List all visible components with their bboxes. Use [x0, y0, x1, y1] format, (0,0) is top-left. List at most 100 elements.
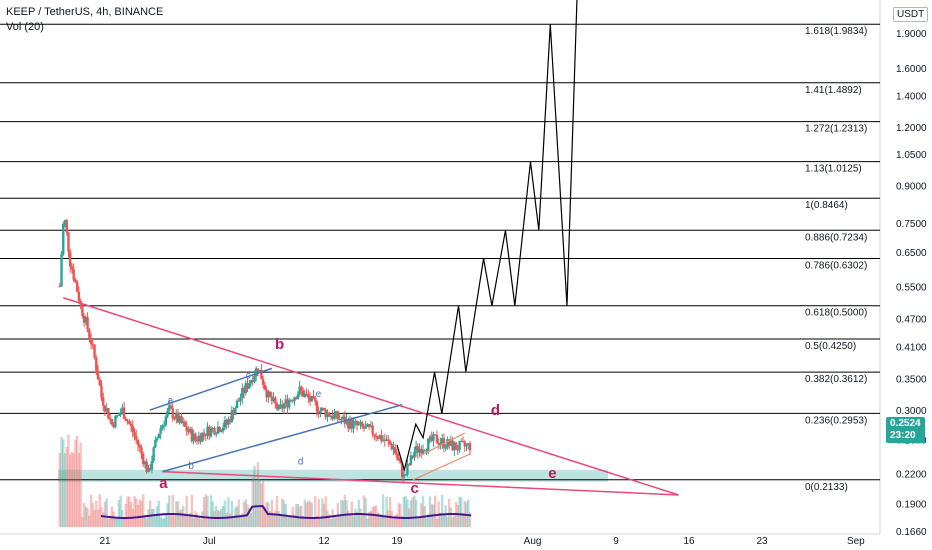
candle-body: [110, 418, 114, 425]
candle-body: [124, 418, 128, 421]
triangle-upper-line: [63, 297, 679, 496]
candle-body: [129, 423, 133, 426]
wave-label-a: a: [159, 475, 168, 492]
candle-body: [157, 433, 161, 439]
price-tick-label: 0.1900: [896, 499, 927, 510]
candle-body: [88, 329, 91, 338]
candle-body: [117, 414, 121, 416]
sub-wave-label-d: d: [298, 456, 304, 467]
candle-body: [201, 432, 204, 442]
candle-body: [263, 384, 267, 390]
fib-label: 0.5(0.4250): [805, 341, 856, 352]
candle-body: [202, 432, 206, 434]
candle-body: [364, 426, 367, 429]
candle-body: [107, 408, 110, 419]
candle-body: [300, 386, 303, 391]
candle-body: [253, 376, 256, 382]
candle-body: [102, 397, 105, 406]
price-tick-label: 0.4700: [896, 314, 927, 325]
candle-body: [95, 357, 98, 371]
candle-body: [74, 279, 77, 283]
time-axis: 21 Jul 12 19 Aug 9 16 23 Sep: [99, 536, 865, 547]
candle-body: [77, 291, 81, 301]
candle-body: [150, 460, 154, 470]
candle-body: [86, 317, 89, 330]
candle-body: [388, 441, 392, 445]
candle-body: [162, 425, 166, 427]
candle-body: [81, 304, 84, 316]
candle-body: [268, 391, 272, 397]
candle-body: [371, 425, 374, 435]
time-tick-label: Jul: [203, 536, 216, 547]
candle-body: [395, 453, 399, 458]
candle-body: [60, 254, 63, 287]
candle-body: [122, 407, 126, 419]
candle-body: [69, 251, 72, 267]
candle-body: [288, 400, 291, 408]
candle-body: [296, 394, 300, 400]
time-tick-label: Aug: [524, 536, 542, 547]
candle-body: [444, 447, 447, 449]
fib-label: 0.886(0.7234): [805, 232, 867, 243]
last-price-tag: 0.2524 23:20: [886, 417, 925, 443]
candle-body: [465, 444, 468, 447]
candle-body: [140, 447, 143, 454]
candle-body: [58, 286, 61, 288]
price-tick-label: 0.7500: [896, 219, 927, 230]
candle-body: [133, 432, 136, 436]
wave-label-b: b: [275, 336, 284, 353]
price-tick-label: 0.3500: [896, 375, 927, 386]
candle-body: [154, 439, 157, 448]
price-tick-label: 1.6000: [896, 64, 927, 75]
last-price-value: 0.2524: [890, 418, 921, 429]
chart-canvas[interactable]: 21 Jul 12 19 Aug 9 16 23 Sep1.90001.60001.40001.…: [0, 0, 932, 550]
candle-body: [185, 426, 188, 432]
fib-label: 0.382(0.3612): [805, 374, 867, 385]
time-tick-label: 23: [756, 536, 768, 547]
candle-body: [454, 442, 458, 450]
time-tick-label: 9: [613, 536, 619, 547]
candle-body: [373, 434, 376, 436]
candle-body: [340, 419, 343, 421]
fib-levels: 1.618(1.9834) 1.41(1.4892) 1.272(1.2313) 1.…: [0, 23, 880, 493]
candle-body: [435, 435, 439, 444]
candle-body: [327, 412, 331, 417]
price-tick-label: 0.4100: [896, 342, 927, 353]
candle-body: [322, 408, 326, 410]
candle-body: [119, 412, 122, 415]
candle-body: [387, 439, 390, 442]
candle-body: [93, 344, 96, 358]
volume-bar: [79, 442, 82, 527]
candle-body: [352, 421, 355, 429]
candle-body: [131, 425, 134, 433]
candle-body: [282, 404, 286, 409]
candle-body: [220, 430, 223, 432]
volume-label: Vol (20): [6, 21, 44, 33]
fib-label: 0.786(0.6302): [805, 260, 867, 271]
candle-body: [96, 370, 100, 380]
symbol-title: KEEP / TetherUS, 4h, BINANCE: [6, 6, 164, 18]
candle-body: [155, 438, 159, 440]
last-price-countdown: 23:20: [890, 430, 916, 441]
candle-body: [114, 415, 117, 428]
candle-body: [402, 475, 406, 478]
candle-body: [315, 401, 319, 412]
candle-body: [274, 397, 277, 404]
candle-body: [100, 385, 103, 398]
currency-badge[interactable]: USDT: [893, 7, 929, 22]
candle-body: [67, 232, 70, 252]
candle-body: [404, 474, 407, 476]
candle-body: [239, 397, 242, 401]
candle-body: [357, 424, 360, 426]
candle-body: [135, 435, 138, 440]
candle-body: [468, 443, 472, 451]
candle-body: [374, 435, 378, 438]
candle-body: [65, 220, 68, 233]
fib-label: 1(0.8464): [805, 200, 848, 211]
candle-body: [234, 407, 237, 416]
price-tick-label: 0.1660: [896, 527, 927, 538]
price-tick-label: 1.4000: [896, 91, 927, 102]
price-tick-label: 0.9000: [896, 182, 927, 193]
candle-body: [397, 457, 400, 461]
price-tick-label: 0.6500: [896, 248, 927, 259]
